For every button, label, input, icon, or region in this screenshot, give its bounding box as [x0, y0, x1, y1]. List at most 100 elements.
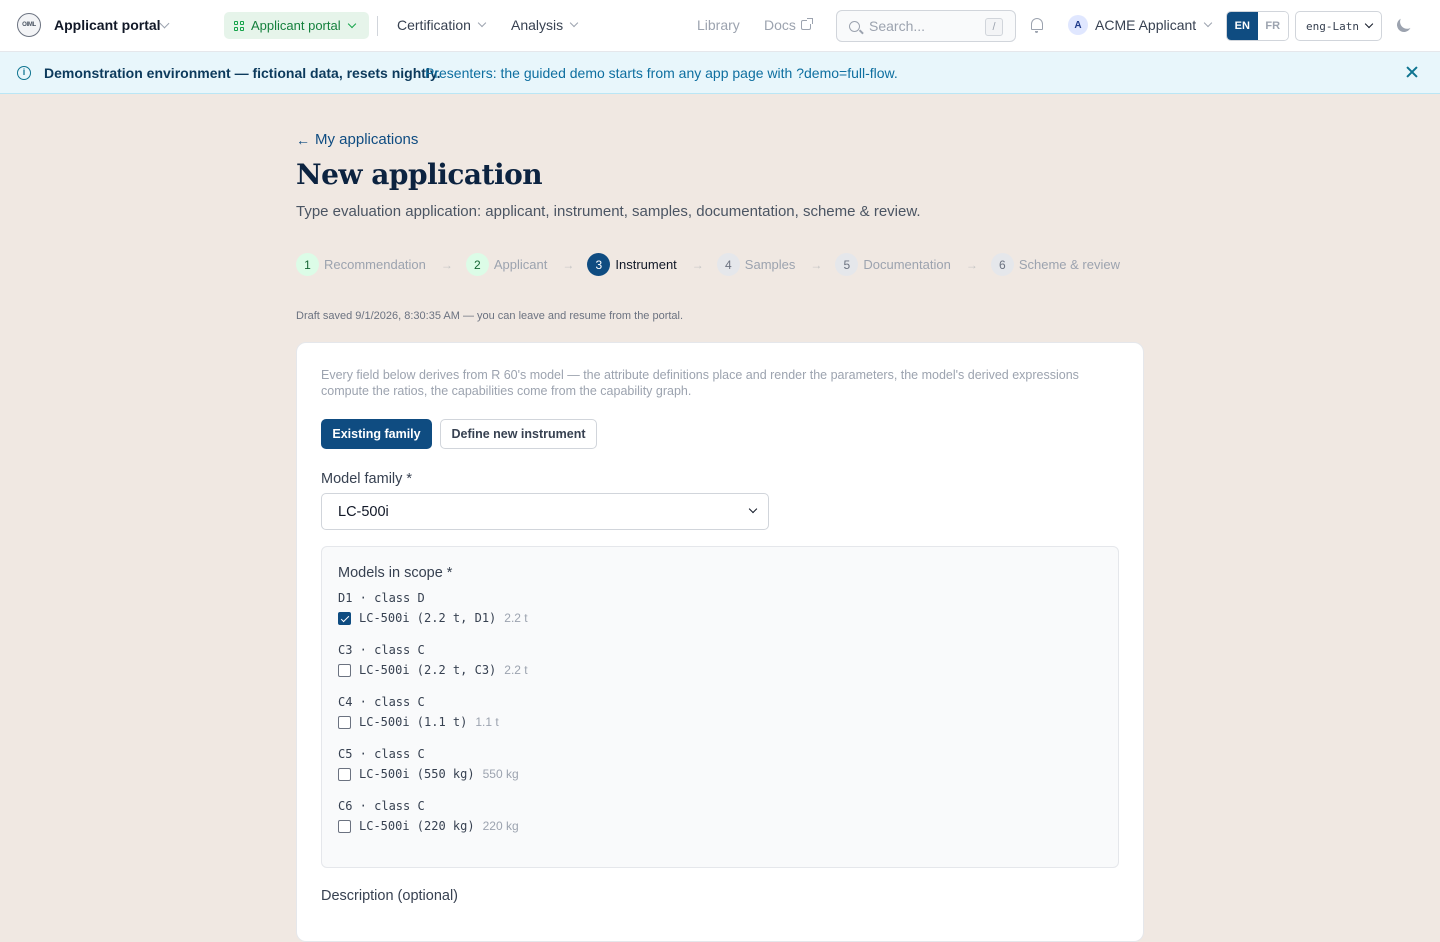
- model-checkbox[interactable]: [338, 767, 351, 781]
- page-title: New application: [296, 158, 543, 191]
- apps-grid-icon: [234, 20, 244, 31]
- group-label: D1 · class D: [338, 591, 425, 605]
- lang-fr-button[interactable]: FR: [1257, 12, 1288, 40]
- search-shortcut-key: /: [985, 18, 1003, 36]
- nav-analysis[interactable]: Analysis: [511, 17, 579, 33]
- banner-message: Presenters: the guided demo starts from …: [425, 65, 898, 81]
- step-instrument[interactable]: 3 Instrument: [587, 253, 677, 276]
- step-label: Applicant: [493, 257, 548, 272]
- banner-title: Demonstration environment — fictional da…: [44, 65, 441, 81]
- model-option[interactable]: LC-500i (2.2 t, C3) 2.2 t: [338, 663, 528, 677]
- model-option[interactable]: LC-500i (550 kg) 550 kg: [338, 767, 519, 781]
- arrow-right-icon: →: [810, 257, 823, 272]
- model-name: LC-500i (1.1 t): [359, 715, 468, 729]
- top-nav: OIML Applicant portal Applicant portal C…: [0, 0, 1440, 52]
- script-select[interactable]: eng-Latn: [1295, 11, 1382, 41]
- step-samples[interactable]: 4 Samples: [716, 253, 796, 276]
- nav-docs[interactable]: Docs: [764, 17, 813, 33]
- search-icon: [849, 20, 860, 32]
- model-family-value: LC-500i: [338, 503, 389, 520]
- existing-family-button[interactable]: Existing family: [321, 419, 432, 449]
- close-icon[interactable]: [1405, 65, 1419, 79]
- model-checkbox[interactable]: [338, 663, 351, 677]
- portal-switcher[interactable]: Applicant portal: [224, 12, 369, 39]
- model-capacity: 1.1 t: [475, 715, 499, 729]
- lang-en-button[interactable]: EN: [1227, 12, 1258, 40]
- step-scheme-review[interactable]: 6 Scheme & review: [990, 253, 1120, 276]
- step-label: Scheme & review: [1018, 257, 1120, 272]
- oiml-logo[interactable]: OIML: [17, 13, 41, 37]
- model-checkbox[interactable]: [338, 611, 351, 625]
- step-label: Instrument: [615, 257, 677, 272]
- card-intro: Every field below derives from R 60's mo…: [321, 368, 1079, 398]
- app-title[interactable]: Applicant portal: [54, 17, 161, 33]
- step-label: Documentation: [863, 257, 951, 272]
- chevron-down-icon: [347, 19, 356, 28]
- instrument-card: Every field below derives from R 60's mo…: [296, 342, 1144, 942]
- model-group-c4: C4 · class C LC-500i (1.1 t) 1.1 t: [338, 695, 499, 729]
- stepper: 1 Recommendation → 2 Applicant → 3 Instr…: [296, 253, 1120, 276]
- model-capacity: 2.2 t: [504, 663, 528, 677]
- model-name: LC-500i (2.2 t, D1): [359, 611, 497, 625]
- chevron-down-icon: [748, 504, 758, 514]
- nav-certification-label: Certification: [397, 17, 471, 33]
- models-in-scope: Models in scope * D1 · class D LC-500i (…: [321, 546, 1119, 868]
- model-group-c3: C3 · class C LC-500i (2.2 t, C3) 2.2 t: [338, 643, 528, 677]
- group-label: C3 · class C: [338, 643, 425, 657]
- step-number: 2: [465, 253, 489, 276]
- step-label: Recommendation: [324, 257, 426, 272]
- model-checkbox[interactable]: [338, 819, 351, 833]
- arrow-right-icon: →: [562, 257, 575, 272]
- draft-status: Draft saved 9/1/2026, 8:30:35 AM — you c…: [296, 310, 684, 322]
- nav-library[interactable]: Library: [697, 17, 740, 33]
- chevron-down-icon: [1203, 18, 1213, 28]
- step-number: 6: [990, 253, 1014, 276]
- user-menu[interactable]: A ACME Applicant: [1068, 15, 1213, 35]
- group-label: C5 · class C: [338, 747, 425, 761]
- moon-icon[interactable]: [1395, 16, 1413, 34]
- step-label: Samples: [744, 257, 796, 272]
- model-option[interactable]: LC-500i (1.1 t) 1.1 t: [338, 715, 499, 729]
- search-placeholder: Search...: [869, 18, 926, 34]
- model-group-d1: D1 · class D LC-500i (2.2 t, D1) 2.2 t: [338, 591, 528, 625]
- model-name: LC-500i (2.2 t, C3): [359, 663, 497, 677]
- arrow-right-icon: →: [965, 257, 978, 272]
- arrow-right-icon: →: [440, 257, 453, 272]
- step-applicant[interactable]: 2 Applicant: [465, 253, 548, 276]
- step-documentation[interactable]: 5 Documentation: [835, 253, 951, 276]
- model-name: LC-500i (550 kg): [359, 767, 475, 781]
- chevron-down-icon: [477, 18, 487, 28]
- step-number: 4: [716, 253, 740, 276]
- nav-docs-label: Docs: [764, 17, 796, 33]
- search-input[interactable]: Search... /: [836, 10, 1016, 42]
- model-family-select[interactable]: LC-500i: [321, 493, 769, 530]
- model-capacity: 2.2 t: [504, 611, 528, 625]
- arrow-left-icon: ←: [296, 131, 310, 148]
- chevron-down-icon[interactable]: [159, 18, 170, 29]
- model-group-c6: C6 · class C LC-500i (220 kg) 220 kg: [338, 799, 519, 833]
- model-family-label: Model family *: [321, 471, 413, 487]
- model-checkbox[interactable]: [338, 715, 351, 729]
- page-subtitle: Type evaluation application: applicant, …: [296, 203, 921, 220]
- user-name: ACME Applicant: [1095, 17, 1197, 33]
- step-number: 5: [835, 253, 859, 276]
- model-capacity: 220 kg: [482, 819, 519, 833]
- external-link-icon: [800, 18, 813, 30]
- model-name: LC-500i (220 kg): [359, 819, 475, 833]
- script-select-value: eng-Latn: [1306, 19, 1359, 33]
- arrow-right-icon: →: [691, 257, 704, 272]
- nav-divider: [377, 16, 378, 36]
- step-recommendation[interactable]: 1 Recommendation: [296, 253, 426, 276]
- models-in-scope-title: Models in scope *: [338, 565, 453, 581]
- bell-icon[interactable]: [1031, 18, 1043, 33]
- back-link-label: My applications: [315, 131, 419, 148]
- model-option[interactable]: LC-500i (2.2 t, D1) 2.2 t: [338, 611, 528, 625]
- logo-text: OIML: [22, 22, 36, 28]
- model-option[interactable]: LC-500i (220 kg) 220 kg: [338, 819, 519, 833]
- back-link[interactable]: ← My applications: [296, 131, 418, 148]
- info-icon: i: [17, 66, 31, 80]
- model-group-c5: C5 · class C LC-500i (550 kg) 550 kg: [338, 747, 519, 781]
- nav-certification[interactable]: Certification: [397, 17, 487, 33]
- nav-analysis-label: Analysis: [511, 17, 564, 33]
- define-new-instrument-button[interactable]: Define new instrument: [440, 419, 597, 449]
